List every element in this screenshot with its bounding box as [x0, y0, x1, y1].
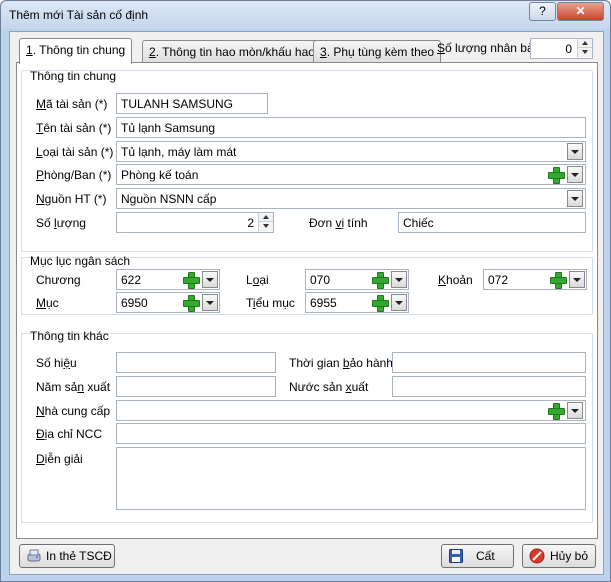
add-loai-icon[interactable] — [371, 271, 389, 289]
supplier-address-label: Địa chỉ NCC — [36, 427, 103, 441]
department-dropdown-icon[interactable] — [567, 166, 583, 183]
cancel-button[interactable]: Hủy bỏ — [522, 544, 596, 568]
tieu-muc-label: Tiểu mục — [246, 296, 295, 310]
warranty-label: Thời gian bảo hành — [289, 356, 393, 370]
add-department-icon[interactable] — [547, 166, 565, 184]
print-card-button[interactable]: In thẻ TSCĐ — [19, 544, 115, 568]
warranty-input[interactable] — [392, 352, 586, 373]
dialog-window: Thêm mới Tài sản cố định ? ✕ 1. Thông ti… — [0, 0, 611, 582]
country-label: Nước sản xuất — [289, 380, 369, 394]
quantity-label: Số lượng — [36, 216, 86, 230]
loai-label: Loại — [246, 273, 269, 287]
year-input[interactable] — [116, 376, 276, 397]
supplier-address-input[interactable] — [116, 423, 586, 444]
unit-label: Đơn vị tính — [309, 216, 368, 230]
title-bar: Thêm mới Tài sản cố định ? ✕ — [1, 1, 610, 29]
save-button[interactable]: Cất — [441, 544, 514, 568]
general-info-title: Thông tin chung — [30, 69, 117, 83]
tab-panel: Thông tin chung Mã tài sản (*) TULANH SA… — [16, 62, 598, 539]
asset-code-input[interactable]: TULANH SAMSUNG — [116, 93, 268, 114]
source-select[interactable]: Nguồn NSNN cấp — [116, 188, 586, 209]
tieu-muc-dropdown-icon[interactable] — [391, 294, 407, 311]
close-button[interactable]: ✕ — [557, 2, 604, 21]
chuong-label: Chương — [36, 273, 81, 287]
khoan-dropdown-icon[interactable] — [569, 271, 585, 288]
tab-general[interactable]: 1. Thông tin chung — [19, 38, 133, 64]
notes-label: Diễn giải — [36, 452, 83, 466]
card-print-icon — [27, 549, 41, 562]
copies-label: Số lượng nhân bản — [437, 41, 541, 55]
source-label: Nguồn HT (*) — [36, 192, 107, 206]
copies-spinner[interactable] — [577, 39, 592, 58]
department-select[interactable]: Phòng kế toán — [116, 164, 586, 185]
serial-label: Số hiệu — [36, 356, 77, 370]
asset-code-label: Mã tài sản (*) — [36, 97, 108, 111]
unit-input[interactable]: Chiếc — [398, 212, 586, 233]
serial-input[interactable] — [116, 352, 276, 373]
year-label: Năm sản xuất — [36, 380, 111, 394]
quantity-input[interactable]: 2 — [116, 212, 274, 233]
asset-type-select[interactable]: Tủ lạnh, máy làm mát — [116, 141, 586, 162]
floppy-disk-icon — [449, 549, 463, 563]
tab-depreciation[interactable]: 2. Thông tin hao mòn/khấu hao — [142, 40, 322, 63]
asset-type-label: Loại tài sản (*) — [36, 145, 114, 159]
add-khoan-icon[interactable] — [549, 271, 567, 289]
notes-textarea[interactable] — [116, 447, 586, 510]
khoan-label: Khoản — [438, 273, 473, 287]
country-input[interactable] — [392, 376, 586, 397]
muc-dropdown-icon[interactable] — [202, 294, 218, 311]
loai-dropdown-icon[interactable] — [391, 271, 407, 288]
other-info-title: Thông tin khác — [30, 329, 109, 343]
no-entry-icon — [529, 548, 545, 564]
budget-title: Mục lục ngân sách — [30, 254, 131, 268]
asset-name-label: Tên tài sản (*) — [36, 121, 112, 135]
asset-name-input[interactable]: Tủ lạnh Samsung — [116, 117, 586, 138]
asset-type-dropdown-icon[interactable] — [567, 143, 583, 160]
muc-label: Mục — [36, 296, 59, 310]
add-tieu-muc-icon[interactable] — [371, 294, 389, 312]
add-supplier-icon[interactable] — [547, 402, 565, 420]
chuong-dropdown-icon[interactable] — [202, 271, 218, 288]
supplier-label: Nhà cung cấp — [36, 404, 111, 418]
supplier-select[interactable] — [116, 400, 586, 421]
department-label: Phòng/Ban (*) — [36, 168, 112, 182]
dialog-body: 1. Thông tin chung 2. Thông tin hao mòn/… — [9, 31, 604, 575]
tab-accessories[interactable]: 3. Phụ tùng kèm theo — [313, 40, 442, 63]
supplier-dropdown-icon[interactable] — [567, 402, 583, 419]
help-button[interactable]: ? — [529, 2, 556, 21]
window-title: Thêm mới Tài sản cố định — [9, 8, 149, 22]
source-dropdown-icon[interactable] — [567, 190, 583, 207]
quantity-spinner[interactable] — [258, 213, 273, 232]
add-chuong-icon[interactable] — [182, 271, 200, 289]
add-muc-icon[interactable] — [182, 294, 200, 312]
